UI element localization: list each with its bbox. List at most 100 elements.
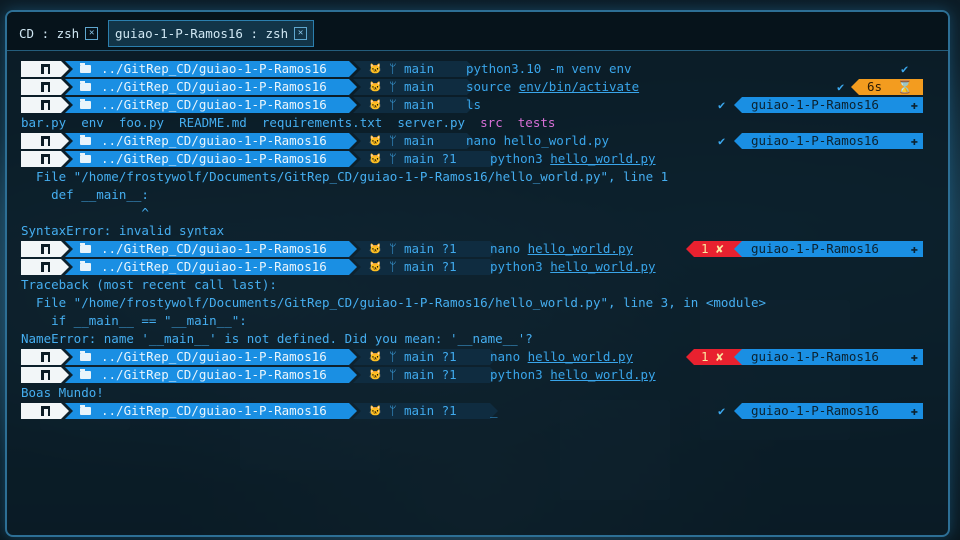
command-argument: hello_world.py xyxy=(527,241,633,256)
repo-name: guiao-1-P-Ramos16 xyxy=(751,403,879,418)
output-text: File "/home/frostywolf/Documents/GitRep_… xyxy=(21,169,669,184)
folder-icon xyxy=(80,83,91,91)
command-text: python3 hello_world.py xyxy=(490,366,656,384)
close-icon[interactable]: ✕ xyxy=(85,27,99,40)
git-branch: ᛘ main ?1 xyxy=(389,259,457,274)
command-name: source xyxy=(466,79,519,94)
success-check-icon: ✔ xyxy=(901,62,909,76)
prompt-path: ../GitRep_CD/guiao-1-P-Ramos16 xyxy=(101,403,327,418)
prompt-path: ../GitRep_CD/guiao-1-P-Ramos16 xyxy=(101,133,327,148)
linux-terminal-icon xyxy=(21,259,69,275)
github-icon: 🐱 xyxy=(369,370,382,381)
python-icon: ✚ xyxy=(910,98,918,112)
prompt-path: ../GitRep_CD/guiao-1-P-Ramos16 xyxy=(101,151,327,166)
git-branch-segment: 🐱 ᛘ main ?1 xyxy=(353,241,498,257)
ls-entry: env xyxy=(81,115,119,130)
git-branch-segment: 🐱 ᛘ main xyxy=(353,61,475,77)
command-text: python3.10 -m venv env xyxy=(466,61,632,76)
output-text: SyntaxError: invalid syntax xyxy=(21,223,225,238)
tab-bar: CD : zsh ✕ guiao-1-P-Ramos16 : zsh ✕ xyxy=(7,12,948,51)
repo-name: guiao-1-P-Ramos16 xyxy=(751,349,879,364)
output-text: ^ xyxy=(21,205,149,220)
prompt-path: ../GitRep_CD/guiao-1-P-Ramos16 xyxy=(101,61,327,76)
git-branch: ᛘ main xyxy=(389,61,435,76)
command-name: _ xyxy=(490,403,498,418)
folder-icon xyxy=(80,155,91,163)
python-icon: ✚ xyxy=(910,350,918,364)
git-branch-segment: 🐱 ᛘ main ?1 xyxy=(353,151,498,167)
git-branch: ᛘ main xyxy=(389,79,435,94)
folder-icon xyxy=(80,101,91,109)
ls-entry: requirements.txt xyxy=(261,115,398,130)
prompt-line: ../GitRep_CD/guiao-1-P-Ramos16 🐱 ᛘ main pyt… xyxy=(21,60,931,78)
python-icon: ✚ xyxy=(910,134,918,148)
terminal-glyph xyxy=(41,82,50,92)
terminal-glyph xyxy=(41,154,50,164)
success-check-icon: ✔ xyxy=(718,134,726,148)
command-text: nano hello_world.py xyxy=(490,348,633,366)
linux-terminal-icon xyxy=(21,61,69,77)
close-icon[interactable]: ✕ xyxy=(294,27,308,40)
command-text: nano hello_world.py xyxy=(490,240,633,258)
ls-entry: foo.py xyxy=(118,115,180,130)
prompt-path: ../GitRep_CD/guiao-1-P-Ramos16 xyxy=(101,349,327,364)
command-text: source env/bin/activate xyxy=(466,78,639,96)
github-icon: 🐱 xyxy=(369,82,382,93)
command-name: python3 xyxy=(490,151,551,166)
ls-entry: bar.py xyxy=(21,115,82,130)
prompt-path-segment: ../GitRep_CD/guiao-1-P-Ramos16 xyxy=(65,79,357,95)
command-name: python3 xyxy=(490,367,551,382)
prompt-line: ../GitRep_CD/guiao-1-P-Ramos16 🐱 ᛘ main ?1… xyxy=(21,348,931,366)
terminal-output[interactable]: ../GitRep_CD/guiao-1-P-Ramos16 🐱 ᛘ main pyt… xyxy=(7,60,948,535)
git-branch-segment: 🐱 ᛘ main ?1 xyxy=(353,367,498,383)
linux-terminal-icon xyxy=(21,97,69,113)
output-text: NameError: name '__main__' is not define… xyxy=(21,331,533,346)
prompt-path: ../GitRep_CD/guiao-1-P-Ramos16 xyxy=(101,241,327,256)
command-argument: env/bin/activate xyxy=(518,79,640,94)
command-name: nano xyxy=(490,241,528,256)
prompt-path-segment: ../GitRep_CD/guiao-1-P-Ramos16 xyxy=(65,403,357,419)
repo-name: guiao-1-P-Ramos16 xyxy=(751,97,879,112)
tab-cd-zsh[interactable]: CD : zsh ✕ xyxy=(13,20,104,47)
output-line: Boas Mundo! xyxy=(21,384,931,402)
prompt-path-segment: ../GitRep_CD/guiao-1-P-Ramos16 xyxy=(65,349,357,365)
terminal-window[interactable]: CD : zsh ✕ guiao-1-P-Ramos16 : zsh ✕ ../… xyxy=(5,10,950,537)
command-text: python3 hello_world.py xyxy=(490,258,656,276)
output-text: Traceback (most recent call last): xyxy=(21,277,277,292)
tab-guiao-zsh[interactable]: guiao-1-P-Ramos16 : zsh ✕ xyxy=(108,20,315,47)
command-argument: hello_world.py xyxy=(550,367,656,382)
prompt-path-segment: ../GitRep_CD/guiao-1-P-Ramos16 xyxy=(65,133,357,149)
command-argument: hello_world.py xyxy=(550,151,656,166)
tab-label: CD : zsh xyxy=(19,26,80,41)
prompt-path: ../GitRep_CD/guiao-1-P-Ramos16 xyxy=(101,367,327,382)
prompt-line: ../GitRep_CD/guiao-1-P-Ramos16 🐱 ᛘ main ?1… xyxy=(21,366,931,384)
github-icon: 🐱 xyxy=(369,262,382,273)
output-line: NameError: name '__main__' is not define… xyxy=(21,330,931,348)
command-text: python3 hello_world.py xyxy=(490,150,656,168)
github-icon: 🐱 xyxy=(369,100,382,111)
output-text: if __main__ == "__main__": xyxy=(21,313,247,328)
linux-terminal-icon xyxy=(21,349,69,365)
repo-name: guiao-1-P-Ramos16 xyxy=(751,133,879,148)
git-branch: ᛘ main xyxy=(389,133,435,148)
error-status-text: 1 ✘ xyxy=(701,349,724,364)
repo-name-badge: guiao-1-P-Ramos16 ✚ xyxy=(734,241,923,257)
repo-name-badge: guiao-1-P-Ramos16 ✚ xyxy=(734,403,923,419)
github-icon: 🐱 xyxy=(369,136,382,147)
terminal-glyph xyxy=(41,406,50,416)
linux-terminal-icon xyxy=(21,79,69,95)
success-check-icon: ✔ xyxy=(837,80,845,94)
terminal-glyph xyxy=(41,352,50,362)
command-argument: hello_world.py xyxy=(527,349,633,364)
output-line: if __main__ == "__main__": xyxy=(21,312,931,330)
prompt-path-segment: ../GitRep_CD/guiao-1-P-Ramos16 xyxy=(65,151,357,167)
folder-icon xyxy=(80,245,91,253)
prompt-path-segment: ../GitRep_CD/guiao-1-P-Ramos16 xyxy=(65,367,357,383)
ls-entry: tests xyxy=(517,115,556,130)
folder-icon xyxy=(80,407,91,415)
error-status-text: 1 ✘ xyxy=(701,241,724,256)
prompt-path: ../GitRep_CD/guiao-1-P-Ramos16 xyxy=(101,79,327,94)
command-name: nano hello_world.py xyxy=(466,133,609,148)
tab-label: guiao-1-P-Ramos16 : zsh xyxy=(115,26,289,41)
prompt-line: ../GitRep_CD/guiao-1-P-Ramos16 🐱 ᛘ main nan… xyxy=(21,132,931,150)
